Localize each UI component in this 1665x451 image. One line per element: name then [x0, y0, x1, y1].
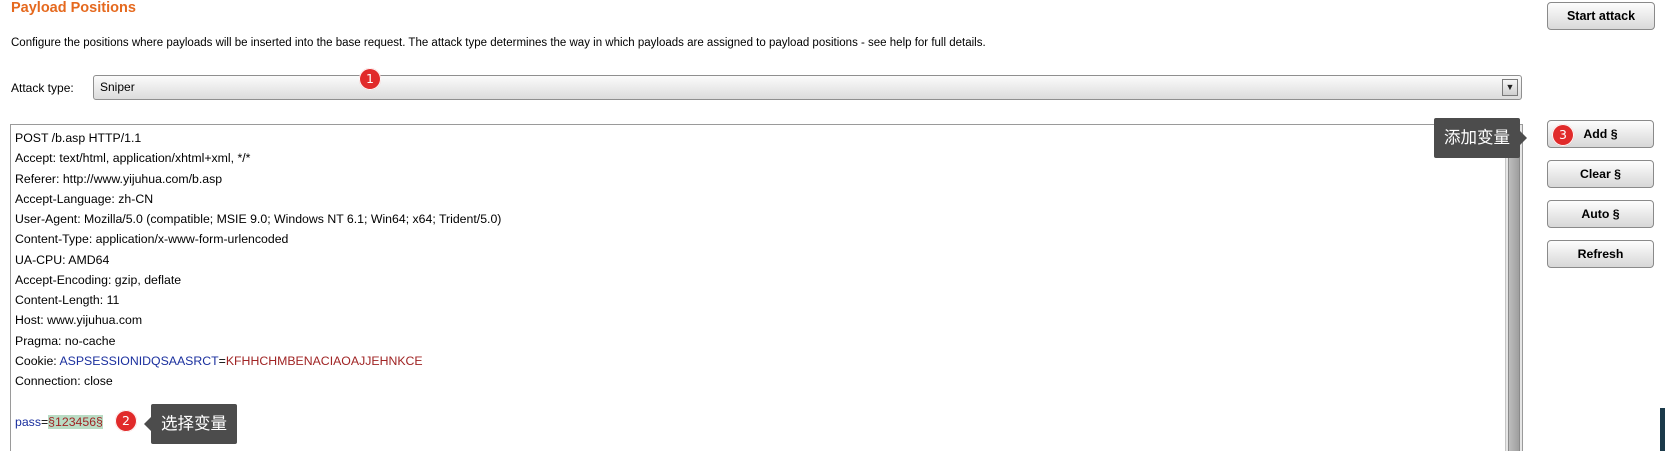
- refresh-button[interactable]: Refresh: [1547, 240, 1654, 268]
- clear-marker-button[interactable]: Clear §: [1547, 160, 1654, 188]
- scrollbar-thumb[interactable]: [1508, 141, 1520, 451]
- request-line: UA-CPU: AMD64: [15, 252, 110, 267]
- attack-type-label: Attack type:: [11, 81, 74, 95]
- request-line: Accept-Encoding: gzip, deflate: [15, 272, 182, 287]
- annotation-badge-2: 2: [115, 410, 137, 432]
- cookie-prefix: Cookie:: [15, 353, 60, 368]
- tooltip-select-variable: 选择变量: [144, 404, 237, 444]
- attack-type-select[interactable]: Sniper ▼: [93, 75, 1522, 100]
- connection-line: Connection: close: [15, 374, 113, 388]
- auto-marker-button[interactable]: Auto §: [1547, 200, 1654, 228]
- annotation-badge-3: 3: [1552, 124, 1574, 146]
- request-line: Host: www.yijuhua.com: [15, 313, 143, 328]
- cookie-line: Cookie: ASPSESSIONIDQSAASRCT=KFHHCHMBENA…: [15, 351, 501, 371]
- request-line: POST /b.asp HTTP/1.1: [15, 131, 142, 145]
- request-line: Content-Length: 11: [15, 293, 120, 307]
- annotation-badge-1: 1: [359, 68, 381, 90]
- request-lines: POST /b.asp HTTP/1.1 Accept: text/html, …: [15, 128, 501, 432]
- request-line: Pragma: no-cache: [15, 333, 116, 348]
- body-param-name: pass: [15, 414, 41, 429]
- chevron-down-icon[interactable]: ▼: [1502, 79, 1518, 96]
- attack-type-value: Sniper: [100, 80, 135, 94]
- tooltip-add-variable: 添加变量: [1434, 118, 1527, 158]
- request-editor[interactable]: POST /b.asp HTTP/1.1 Accept: text/html, …: [10, 124, 1523, 451]
- panel-title: Payload Positions: [11, 0, 136, 16]
- request-line: Accept: text/html, application/xhtml+xml…: [15, 151, 251, 166]
- window-edge: [1660, 408, 1665, 451]
- panel-description: Configure the positions where payloads w…: [11, 37, 986, 49]
- request-line: Accept-Language: zh-CN: [15, 191, 154, 206]
- request-line: Content-Type: application/x-www-form-url…: [15, 232, 289, 247]
- editor-scrollbar[interactable]: [1505, 125, 1522, 451]
- request-line: User-Agent: Mozilla/5.0 (compatible; MSI…: [15, 212, 502, 226]
- payload-position-marker[interactable]: §123456§: [48, 414, 103, 429]
- cookie-value: KFHHCHMBENACIAOAJJEHNKCE: [225, 353, 423, 368]
- start-attack-button[interactable]: Start attack: [1547, 2, 1655, 30]
- request-line: Referer: http://www.yijuhua.com/b.asp: [15, 171, 223, 186]
- cookie-equals: =: [218, 353, 226, 368]
- body-line: pass=§123456§: [15, 412, 501, 432]
- cookie-name: ASPSESSIONIDQSAASRCT: [59, 353, 219, 368]
